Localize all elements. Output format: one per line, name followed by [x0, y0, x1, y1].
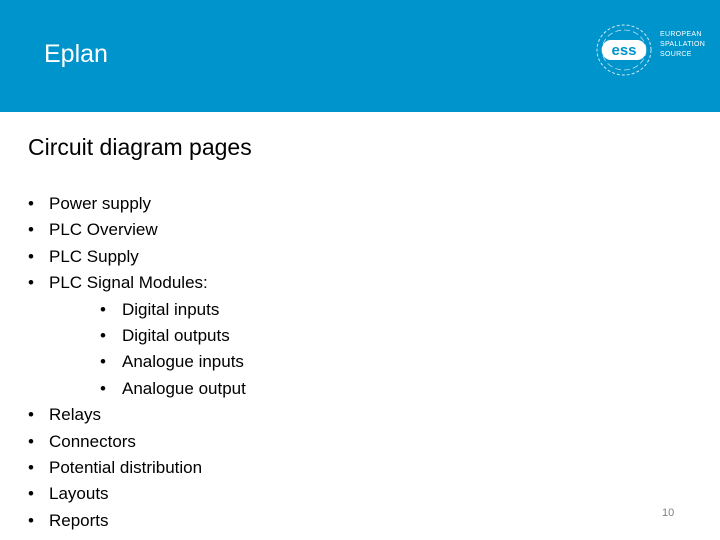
list-item-label: Connectors — [49, 431, 136, 451]
bullet-icon: • — [28, 273, 34, 293]
logo-text: EUROPEAN SPALLATION SOURCE — [660, 30, 705, 60]
list-item-label: Digital inputs — [122, 299, 220, 319]
bullet-icon: • — [28, 457, 34, 477]
bullet-icon: • — [28, 405, 34, 425]
bullet-icon: • — [28, 220, 34, 240]
slide-title: Circuit diagram pages — [28, 134, 252, 160]
bullet-icon: • — [100, 378, 106, 398]
bullet-icon: • — [28, 194, 34, 213]
ess-logo-icon: ess — [596, 24, 652, 76]
ess-logo: ess EUROPEAN SPALLATION SOURCE — [594, 22, 714, 78]
slide-header: Eplan ess EUROPEAN SPALLATION SOURCE — [0, 0, 720, 112]
header-title: Eplan — [44, 40, 108, 68]
list-item-label: Analogue inputs — [122, 352, 244, 372]
list-item-label: Layouts — [49, 484, 109, 504]
list-item-label: Digital outputs — [122, 325, 230, 345]
logo-mark-text: ess — [611, 42, 636, 59]
bullet-icon: • — [28, 431, 34, 451]
logo-line: SPALLATION — [660, 41, 706, 48]
list-item-label: Reports — [49, 510, 109, 530]
bullet-icon: • — [28, 484, 34, 504]
page-number: 10 — [662, 507, 675, 519]
list-item-label: PLC Supply — [49, 246, 139, 266]
list-item-label: Power supply — [49, 194, 152, 213]
list-item-label: Analogue output — [122, 378, 246, 398]
list-item-label: PLC Signal Modules: — [49, 273, 208, 293]
bullet-icon: • — [100, 325, 106, 345]
list-item-label: Potential distribution — [49, 457, 203, 477]
bullet-icon: • — [100, 299, 106, 319]
bullet-icon: • — [100, 352, 106, 372]
list-item-label: Relays — [49, 405, 101, 425]
bullet-icon: • — [28, 246, 34, 266]
logo-line: EUROPEAN — [660, 31, 702, 38]
list-item-label: PLC Overview — [49, 220, 158, 240]
logo-line: SOURCE — [660, 51, 692, 58]
bullet-icon: • — [28, 510, 34, 530]
